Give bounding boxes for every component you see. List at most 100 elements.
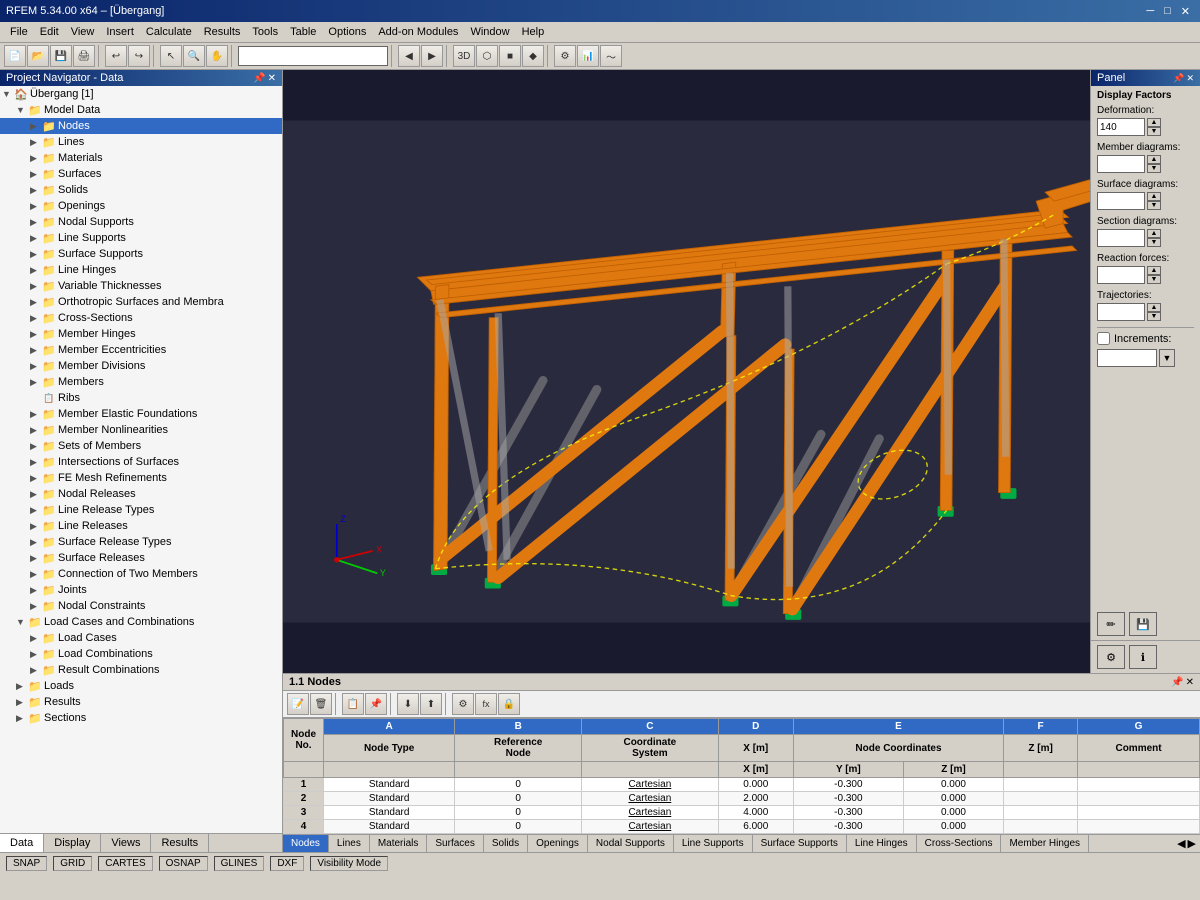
tree-item[interactable]: ▶📁Solids [0,182,282,198]
tree-item[interactable]: ▶📁Members [0,374,282,390]
table-fx-button[interactable]: fx [475,693,497,715]
table-delete-button[interactable]: 🗑 [310,693,332,715]
menu-item-file[interactable]: File [4,24,34,40]
section-diagrams-down-button[interactable]: ▼ [1147,238,1161,247]
panel-close-button[interactable]: ✕ [1186,72,1194,84]
tree-item[interactable]: ▶📁Surface Releases [0,550,282,566]
tab-cross-sections[interactable]: Cross-Sections [917,835,1002,852]
tab-lines[interactable]: Lines [329,835,370,852]
trajectories-down-button[interactable]: ▼ [1147,312,1161,321]
tree-item[interactable]: ▶📁Surface Supports [0,246,282,262]
tab-surfaces[interactable]: Surfaces [427,835,483,852]
tab-openings[interactable]: Openings [528,835,588,852]
deform-button[interactable]: 〜 [600,45,622,67]
tree-item[interactable]: ▶📁Results [0,694,282,710]
menu-item-tools[interactable]: Tools [246,24,284,40]
tree-item[interactable]: ▶📁Line Release Types [0,502,282,518]
tree-item[interactable]: ▼🏠Übergang [1] [0,86,282,102]
menu-item-insert[interactable]: Insert [100,24,140,40]
tree-item[interactable]: ▼📁Model Data [0,102,282,118]
menu-item-edit[interactable]: Edit [34,24,65,40]
status-item-osnap[interactable]: OSNAP [159,856,208,871]
table-row[interactable]: 2 Standard 0 Cartesian 2.000 -0.300 0.00… [284,792,1200,806]
menu-item-view[interactable]: View [65,24,101,40]
panel-edit-button[interactable]: ✏ [1097,612,1125,636]
tree-item[interactable]: ▶📁Line Supports [0,230,282,246]
tab-next-button[interactable]: ▶ [1188,837,1196,850]
table-close-button[interactable]: ✕ [1186,677,1194,688]
zoom-button[interactable]: 🔍 [183,45,205,67]
tree-item[interactable]: 📋Ribs [0,390,282,406]
surface-diagrams-down-button[interactable]: ▼ [1147,201,1161,210]
surface-diagrams-up-button[interactable]: ▲ [1147,192,1161,201]
panel-save-button[interactable]: 💾 [1129,612,1157,636]
tree-item[interactable]: ▶📁Surfaces [0,166,282,182]
status-item-cartes[interactable]: CARTES [98,856,152,871]
tree-item[interactable]: ▶📁Member Nonlinearities [0,422,282,438]
status-item-snap[interactable]: SNAP [6,856,47,871]
tree-item[interactable]: ▶📁Nodal Releases [0,486,282,502]
status-item-dxf[interactable]: DXF [270,856,304,871]
result-button[interactable]: 📊 [577,45,599,67]
title-bar-controls[interactable]: ─ □ ✕ [1142,5,1194,18]
wireframe-button[interactable]: ⬡ [476,45,498,67]
calc-button[interactable]: ⚙ [554,45,576,67]
tab-nodes[interactable]: Nodes [283,835,329,852]
tree-item[interactable]: ▶📁Loads [0,678,282,694]
nav-tab-views[interactable]: Views [101,834,151,852]
table-pin-button[interactable]: 📌 [1171,677,1183,688]
nav-close-button[interactable]: ✕ [268,73,276,84]
status-item-glines[interactable]: GLINES [214,856,265,871]
tree-item[interactable]: ▶📁Load Combinations [0,646,282,662]
tree-item[interactable]: ▶📁Nodes [0,118,282,134]
table-import-button[interactable]: ⬇ [397,693,419,715]
increments-input[interactable] [1097,349,1157,367]
tab-prev-button[interactable]: ◀ [1177,837,1185,850]
solid-button[interactable]: ■ [499,45,521,67]
reaction-forces-up-button[interactable]: ▲ [1147,266,1161,275]
view3d-button[interactable]: 3D [453,45,475,67]
menu-item-add-on modules[interactable]: Add-on Modules [372,24,464,40]
save-button[interactable]: 💾 [50,45,72,67]
tree-item[interactable]: ▶📁Nodal Constraints [0,598,282,614]
member-diagrams-up-button[interactable]: ▲ [1147,155,1161,164]
tree-item[interactable]: ▶📁Member Hinges [0,326,282,342]
close-button[interactable]: ✕ [1177,5,1194,18]
tree-item[interactable]: ▶📁Intersections of Surfaces [0,454,282,470]
tree-item[interactable]: ▶📁Nodal Supports [0,214,282,230]
tree-item[interactable]: ▶📁Cross-Sections [0,310,282,326]
table-copy-button[interactable]: 📋 [342,693,364,715]
table-export-button[interactable]: ⬆ [420,693,442,715]
panel-info-button[interactable]: ℹ [1129,645,1157,669]
table-row[interactable]: 1 Standard 0 Cartesian 0.000 -0.300 0.00… [284,778,1200,792]
redo-button[interactable]: ↪ [128,45,150,67]
member-diagrams-input[interactable] [1097,155,1145,173]
undo-button[interactable]: ↩ [105,45,127,67]
tree-item[interactable]: ▶📁Surface Release Types [0,534,282,550]
tree-item[interactable]: ▼📁Load Cases and Combinations [0,614,282,630]
nav-tab-display[interactable]: Display [44,834,101,852]
tab-surface-supports[interactable]: Surface Supports [753,835,847,852]
deformation-up-button[interactable]: ▲ [1147,118,1161,127]
reaction-forces-input[interactable] [1097,266,1145,284]
print-button[interactable]: 🖨 [73,45,95,67]
section-diagrams-up-button[interactable]: ▲ [1147,229,1161,238]
open-button[interactable]: 📂 [27,45,49,67]
tree-item[interactable]: ▶📁Lines [0,134,282,150]
next-button[interactable]: ▶ [421,45,443,67]
menu-item-help[interactable]: Help [516,24,551,40]
tab-line-supports[interactable]: Line Supports [674,835,753,852]
table-lock-button[interactable]: 🔒 [498,693,520,715]
select-button[interactable]: ↖ [160,45,182,67]
tree-item[interactable]: ▶📁Member Divisions [0,358,282,374]
table-filter-button[interactable]: ⚙ [452,693,474,715]
increments-checkbox[interactable] [1097,332,1110,345]
tab-nodal-supports[interactable]: Nodal Supports [588,835,674,852]
tree-item[interactable]: ▶📁Materials [0,150,282,166]
render-button[interactable]: ◆ [522,45,544,67]
combo-input[interactable]: CO15 - SK (LF1) [238,46,388,66]
menu-item-results[interactable]: Results [198,24,247,40]
panel-pin-button[interactable]: 📌 [1173,72,1184,84]
member-diagrams-down-button[interactable]: ▼ [1147,164,1161,173]
trajectories-up-button[interactable]: ▲ [1147,303,1161,312]
